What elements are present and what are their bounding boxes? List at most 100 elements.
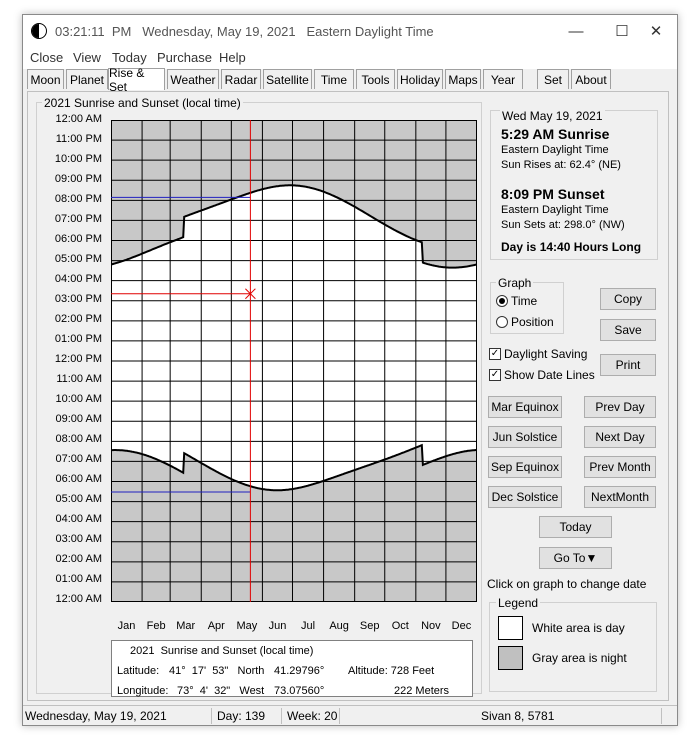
y-axis-tick-label: 04:00 PM [54,273,102,285]
month-tick-label: Mar [176,620,196,632]
menu-help[interactable]: Help [219,50,246,65]
status-date: Wednesday, May 19, 2021 [25,709,167,723]
sunset-time: 8:09 PM Sunset [501,186,605,202]
graph-mode-title: Graph [496,276,534,290]
y-axis-tick-label: 01:00 PM [54,333,102,345]
time-radio-label: Time [511,294,538,308]
y-axis-tick-label: 02:00 PM [54,313,102,325]
month-tick-label: Jan [117,620,136,632]
y-axis-tick-label: 05:00 AM [55,493,102,505]
y-axis-tick-label: 10:00 AM [55,393,102,405]
dec-solstice-button[interactable]: Dec Solstice [488,486,562,508]
save-button[interactable]: Save [600,319,656,341]
y-axis-tick-label: 08:00 AM [55,433,102,445]
mar-equinox-button[interactable]: Mar Equinox [488,396,562,418]
window-title: 03:21:11 PM Wednesday, May 19, 2021 East… [55,24,434,39]
y-axis-tick-label: 06:00 AM [55,473,102,485]
today-button[interactable]: Today [539,516,612,538]
y-axis-tick-label: 03:00 PM [54,293,102,305]
copy-button[interactable]: Copy [600,288,656,310]
next-month-button[interactable]: NextMonth [584,486,656,508]
y-axis-tick-label: 09:00 AM [55,413,102,425]
sunrise-sunset-chart[interactable] [111,120,477,602]
position-radio-label: Position [511,315,554,329]
y-axis-tick-label: 07:00 AM [55,453,102,465]
goto-button[interactable]: Go To▼ [539,547,612,569]
print-button[interactable]: Print [600,354,656,376]
y-axis-tick-label: 06:00 PM [54,233,102,245]
show-date-lines-label: Show Date Lines [504,368,595,382]
close-window-button[interactable]: ✕ [633,15,679,47]
altitude-meters: 222 Meters [394,685,450,697]
tab-moon[interactable]: Moon [27,69,64,89]
sunrise-timezone: Eastern Daylight Time [501,144,609,156]
menu-view[interactable]: View [73,50,101,65]
info-title: 2021 Sunrise and Sunset (local time) [130,645,314,657]
tab-radar[interactable]: Radar [221,69,261,89]
prev-day-button[interactable]: Prev Day [584,396,656,418]
tab-tools[interactable]: Tools [356,69,395,89]
tab-weather[interactable]: Weather [167,69,219,89]
details-date: Wed May 19, 2021 [500,109,605,123]
latitude-dms: 41° 17' 53" North [169,665,265,677]
graph-group-title: 2021 Sunrise and Sunset (local time) [42,96,243,110]
tab-time[interactable]: Time [314,69,354,89]
month-tick-label: Feb [146,620,166,632]
y-axis-tick-label: 12:00 PM [54,353,102,365]
daylight-saving-checkbox[interactable]: ✓ [489,348,501,360]
app-window: 03:21:11 PM Wednesday, May 19, 2021 East… [22,14,678,726]
y-axis-tick-label: 01:00 AM [55,573,102,585]
y-axis-tick-label: 07:00 PM [54,213,102,225]
tab-about[interactable]: About [571,69,611,89]
tab-set[interactable]: Set [537,69,569,89]
day-length: Day is 14:40 Hours Long [501,240,642,254]
month-tick-label: Dec [451,620,472,632]
y-axis-tick-label: 04:00 AM [55,513,102,525]
status-day: Day: 139 [217,709,266,723]
title-bar: 03:21:11 PM Wednesday, May 19, 2021 East… [23,15,677,47]
sun-details-box: Wed May 19, 2021 5:29 AM Sunrise Eastern… [490,109,658,260]
longitude-dms: 73° 4' 32" West [177,685,265,697]
month-tick-label: Jun [268,620,287,632]
moon-app-icon [31,23,47,39]
status-week: Week: 20 [287,709,338,723]
minimize-button[interactable]: — [553,15,599,47]
tab-rise-set[interactable]: Rise & Set [108,66,165,94]
tab-holiday[interactable]: Holiday [397,69,443,89]
menu-purchase[interactable]: Purchase [157,50,212,65]
y-axis-tick-label: 12:00 AM [55,113,102,125]
y-axis-tick-label: 02:00 AM [55,553,102,565]
month-tick-label: Apr [207,620,225,632]
month-tick-label: Oct [391,620,409,632]
y-axis-tick-label: 11:00 AM [56,373,102,385]
menu-close[interactable]: Close [30,50,63,65]
legend-title: Legend [496,596,541,610]
jun-solstice-button[interactable]: Jun Solstice [488,426,562,448]
tab-satellite[interactable]: Satellite [263,69,312,89]
legend-night-label: Gray area is night [532,651,627,665]
tab-planet[interactable]: Planet [66,69,108,89]
latitude-label: Latitude: [117,665,160,677]
graph-click-hint: Click on graph to change date [487,577,647,591]
tab-year[interactable]: Year [483,69,523,89]
status-hebrew-date: Sivan 8, 5781 [481,709,555,723]
y-axis-tick-label: 09:00 PM [54,173,102,185]
latitude-decimal: 41.29796° [274,665,325,677]
y-axis-tick-label: 12:00 AM [55,593,102,605]
legend-day-swatch [498,616,523,640]
prev-month-button[interactable]: Prev Month [584,456,656,478]
next-day-button[interactable]: Next Day [584,426,656,448]
legend-day-label: White area is day [532,621,625,635]
tab-maps[interactable]: Maps [445,69,481,89]
sunrise-time: 5:29 AM Sunrise [501,126,610,142]
sep-equinox-button[interactable]: Sep Equinox [488,456,562,478]
show-date-lines-checkbox[interactable]: ✓ [489,369,501,381]
sunset-timezone: Eastern Daylight Time [501,204,609,216]
rise-set-panel: 2021 Sunrise and Sunset (local time) 12:… [27,91,669,701]
position-radio[interactable] [496,316,508,328]
status-bar: Wednesday, May 19, 2021 Day: 139 Week: 2… [23,705,677,725]
y-axis-tick-label: 05:00 PM [54,253,102,265]
time-radio[interactable] [496,295,508,307]
menu-today[interactable]: Today [112,50,147,65]
y-axis-tick-label: 03:00 AM [55,533,102,545]
